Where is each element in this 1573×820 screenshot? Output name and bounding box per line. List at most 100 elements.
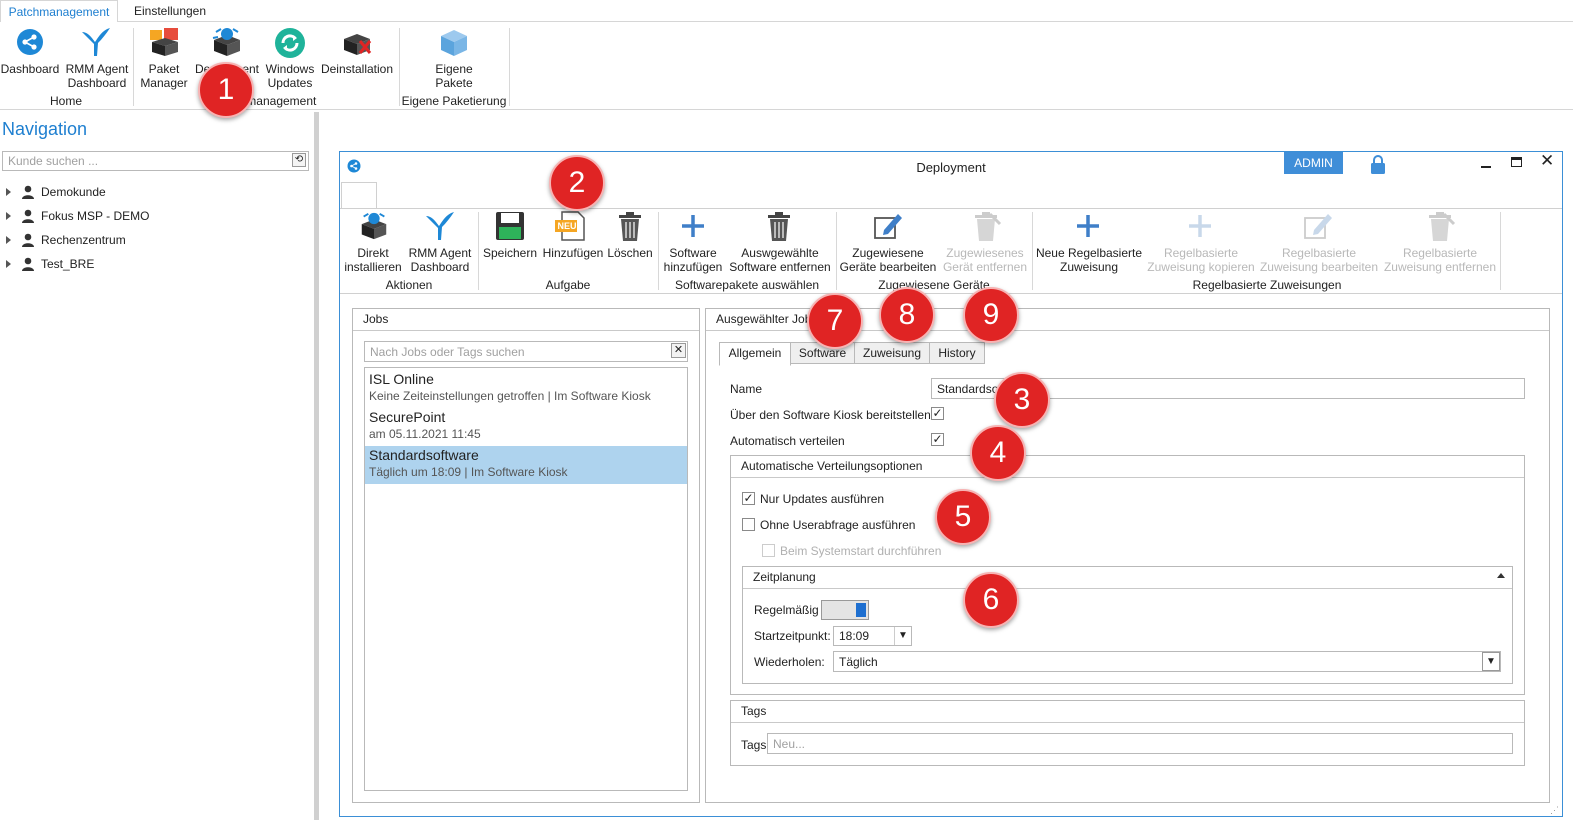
- remove-selected-software-button[interactable]: Auswgewählte Software entfernen: [727, 246, 833, 274]
- dashboard-icon[interactable]: [16, 28, 44, 56]
- updates-only-checkbox[interactable]: ✓: [742, 492, 755, 505]
- regular-toggle[interactable]: [821, 600, 869, 620]
- repeat-select[interactable]: Täglich: [833, 651, 1501, 672]
- edit-disabled-icon: [1302, 210, 1334, 242]
- install-directly-button[interactable]: Direkt installieren: [342, 246, 404, 274]
- add-button[interactable]: Hinzufügen: [540, 246, 606, 260]
- delete-button[interactable]: Löschen: [604, 246, 656, 260]
- tab-patchmanagement[interactable]: Patchmanagement: [0, 0, 118, 22]
- copy-rule-assignment-button: Regelbasierte Zuweisung kopieren: [1147, 246, 1255, 274]
- clear-search-icon[interactable]: ✕: [671, 343, 686, 358]
- dashboard-button[interactable]: Dashboard: [0, 62, 60, 76]
- window-app-icon: [347, 159, 361, 173]
- maximize-icon[interactable]: [1511, 157, 1522, 167]
- tree-item-label: Test_BRE: [41, 257, 95, 271]
- rmm-agent-dashboard-tool-button[interactable]: RMM Agent Dashboard: [406, 246, 474, 274]
- edit-devices-icon[interactable]: [872, 210, 904, 242]
- toolbar-group-aufgabe: Aufgabe: [545, 278, 591, 292]
- tab-zuweisung[interactable]: Zuweisung: [854, 342, 930, 364]
- tree-item-rechenzentrum[interactable]: Rechenzentrum: [6, 230, 126, 250]
- list-item-selected[interactable]: Standardsoftware Täglich um 18:09 | Im So…: [365, 446, 687, 484]
- kiosk-checkbox[interactable]: ✓: [931, 407, 944, 420]
- save-icon[interactable]: [494, 210, 526, 242]
- rmm-agent-icon[interactable]: [424, 210, 456, 242]
- pane-splitter[interactable]: [314, 112, 319, 820]
- edit-assigned-devices-button[interactable]: Zugewiesene Geräte bearbeiten: [838, 246, 938, 274]
- close-icon[interactable]: ✕: [1540, 152, 1554, 169]
- window-ribbon-tab[interactable]: [341, 182, 377, 209]
- package-manager-icon[interactable]: [148, 26, 182, 58]
- ribbon-tab-line: [118, 21, 1573, 22]
- start-time-label: Startzeitpunkt:: [754, 629, 831, 643]
- tree-item-demokunde[interactable]: Demokunde: [6, 182, 106, 202]
- deinstallation-button[interactable]: Deinstallation: [319, 62, 395, 76]
- callout-badge: 4: [970, 425, 1026, 481]
- ribbon-separator: [509, 28, 510, 106]
- trash-disabled-icon: [970, 210, 1002, 242]
- toolbar-group-regelbasierte-zuweisungen: Regelbasierte Zuweisungen: [1192, 278, 1342, 292]
- updates-only-label: Nur Updates ausführen: [760, 492, 885, 506]
- navigation-title: Navigation: [2, 119, 88, 139]
- own-packages-icon[interactable]: [438, 26, 470, 60]
- save-button[interactable]: Speichern: [482, 246, 538, 260]
- kiosk-label: Über den Software Kiosk bereitstellen: [730, 408, 931, 422]
- windows-updates-icon[interactable]: [274, 27, 306, 59]
- callout-badge: 8: [879, 287, 935, 343]
- windows-updates-button[interactable]: Windows Updates: [262, 62, 318, 90]
- rmm-agent-dashboard-button[interactable]: RMM Agent Dashboard: [64, 62, 130, 90]
- tab-history[interactable]: History: [929, 342, 985, 364]
- tree-item-test-bre[interactable]: Test_BRE: [6, 254, 94, 274]
- no-prompt-label: Ohne Userabfrage ausführen: [760, 518, 916, 532]
- remove-rule-assignment-button: Regelbasierte Zuweisung entfernen: [1383, 246, 1497, 274]
- install-icon[interactable]: [358, 210, 390, 242]
- schedule-title: Zeitplanung: [743, 567, 1512, 589]
- eigene-pakete-button[interactable]: Eigene Pakete: [424, 62, 484, 90]
- rmm-agent-icon[interactable]: [80, 26, 112, 58]
- tree-item-fokus-msp-demo[interactable]: Fokus MSP - DEMO: [6, 206, 149, 226]
- toolbar-group-aktionen: Aktionen: [385, 278, 433, 292]
- ribbon-group-home: Home: [49, 94, 82, 108]
- remove-assigned-device-button: Zugewiesenes Gerät entfernen: [942, 246, 1028, 274]
- auto-distribute-checkbox[interactable]: ✓: [931, 433, 944, 446]
- repeat-label: Wiederholen:: [754, 655, 825, 669]
- callout-badge: 1: [198, 62, 254, 118]
- tags-input[interactable]: Neu...: [767, 733, 1513, 754]
- plus-icon[interactable]: [1072, 210, 1104, 242]
- ribbon-group-eigene-paketierung: Eigene Paketierung: [401, 94, 507, 108]
- new-rule-assignment-button[interactable]: Neue Regelbasierte Zuweisung: [1034, 246, 1144, 274]
- trash-icon[interactable]: [763, 210, 795, 242]
- tags-title: Tags: [731, 701, 1524, 723]
- add-software-button[interactable]: Software hinzufügen: [660, 246, 726, 274]
- toolbar-group-softwarepakete: Softwarepakete auswählen: [674, 278, 820, 292]
- collapse-icon[interactable]: [1497, 573, 1505, 578]
- resize-grip-icon[interactable]: ⋰: [1550, 805, 1560, 815]
- customer-search-input[interactable]: Kunde suchen ...: [2, 151, 309, 171]
- tab-einstellungen[interactable]: Einstellungen: [126, 0, 214, 22]
- no-prompt-checkbox[interactable]: [742, 518, 755, 531]
- plus-icon[interactable]: [677, 210, 709, 242]
- refresh-icon[interactable]: ⟲: [292, 153, 306, 167]
- list-item[interactable]: SecurePoint am 05.11.2021 11:45: [365, 408, 687, 446]
- callout-badge: 6: [963, 572, 1019, 628]
- name-label: Name: [730, 382, 763, 396]
- toolbar-separator: [478, 212, 479, 290]
- trash-icon[interactable]: [614, 210, 646, 242]
- deployment-icon[interactable]: [210, 26, 244, 58]
- list-item[interactable]: ISL Online Keine Zeiteinstellungen getrof…: [365, 370, 687, 408]
- tree-item-label: Rechenzentrum: [41, 233, 126, 247]
- plus-disabled-icon: [1184, 210, 1216, 242]
- chevron-down-icon[interactable]: ▼: [894, 627, 911, 645]
- on-boot-label: Beim Systemstart durchführen: [780, 544, 942, 558]
- callout-badge: 5: [935, 489, 991, 545]
- callout-badge: 2: [549, 155, 605, 211]
- edit-rule-assignment-button: Regelbasierte Zuweisung bearbeiten: [1259, 246, 1379, 274]
- lock-icon[interactable]: [1370, 154, 1386, 174]
- tab-allgemein[interactable]: Allgemein: [719, 342, 791, 366]
- job-search-input[interactable]: Nach Jobs oder Tags suchen: [364, 341, 688, 362]
- paket-manager-button[interactable]: Paket Manager: [136, 62, 192, 90]
- admin-badge[interactable]: ADMIN: [1284, 152, 1343, 174]
- uninstall-icon[interactable]: [340, 27, 374, 59]
- trash-disabled-icon: [1424, 210, 1456, 242]
- chevron-down-icon[interactable]: ▼: [1482, 652, 1500, 671]
- minimize-icon[interactable]: [1481, 166, 1491, 168]
